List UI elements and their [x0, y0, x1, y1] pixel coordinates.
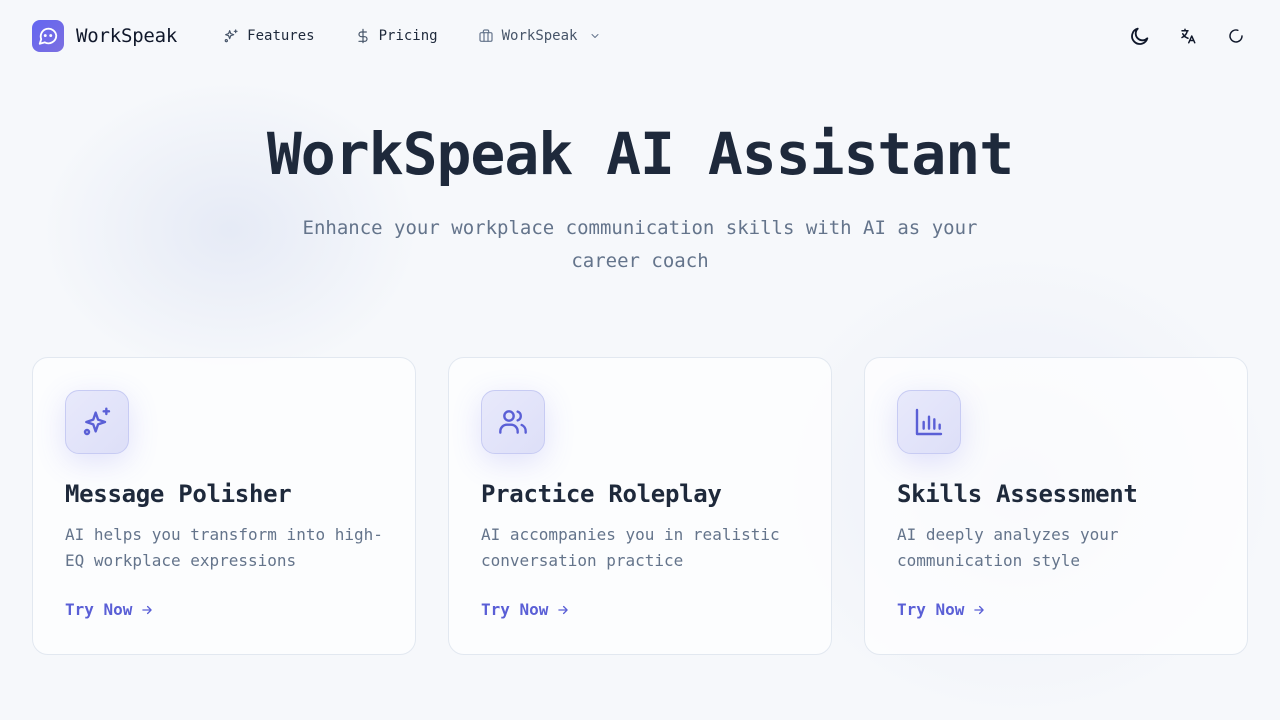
- card-description: AI deeply analyzes your communication st…: [897, 525, 1119, 570]
- card-icon-box: [897, 390, 961, 454]
- card-icon-box: [65, 390, 129, 454]
- card-description: AI accompanies you in realistic conversa…: [481, 525, 780, 570]
- chat-bubble-icon: [38, 27, 58, 45]
- hero-subtitle: Enhance your workplace communication ski…: [302, 217, 978, 272]
- loading-button[interactable]: [1224, 24, 1248, 48]
- language-button[interactable]: [1176, 24, 1200, 48]
- sparkles-icon: [224, 29, 238, 43]
- feature-card-practice-roleplay[interactable]: Practice Roleplay AI accompanies you in …: [448, 357, 832, 655]
- theme-toggle-button[interactable]: [1128, 24, 1152, 48]
- try-now-link[interactable]: Try Now: [897, 600, 986, 619]
- try-now-label: Try Now: [897, 600, 965, 619]
- feature-card-message-polisher[interactable]: Message Polisher AI helps you transform …: [32, 357, 416, 655]
- try-now-link[interactable]: Try Now: [65, 600, 154, 619]
- chevron-down-icon: [591, 34, 599, 38]
- card-icon-box: [481, 390, 545, 454]
- card-title: Practice Roleplay: [481, 480, 722, 508]
- feature-card-skills-assessment[interactable]: Skills Assessment AI deeply analyzes you…: [864, 357, 1248, 655]
- card-title: Message Polisher: [65, 480, 292, 508]
- loader-icon: [1229, 29, 1243, 43]
- logo[interactable]: [32, 20, 64, 52]
- card-description: AI helps you transform into high-EQ work…: [65, 525, 383, 570]
- try-now-label: Try Now: [481, 600, 549, 619]
- arrow-right-icon: [558, 605, 569, 614]
- hero-title: WorkSpeak AI Assistant: [266, 120, 1014, 188]
- feature-cards: Message Polisher AI helps you transform …: [32, 357, 1248, 655]
- translate-icon: [1181, 28, 1196, 44]
- nav-links: Features Pricing WorkSpeak: [223, 28, 641, 44]
- card-title: Skills Assessment: [897, 480, 1138, 508]
- sparkles-icon: [83, 407, 111, 436]
- nav-pricing[interactable]: Pricing: [355, 28, 438, 44]
- dollar-icon: [357, 28, 368, 44]
- brand-name[interactable]: WorkSpeak: [76, 25, 177, 47]
- nav-features-label: Features: [247, 28, 315, 44]
- nav-actions: [1128, 24, 1248, 48]
- try-now-link[interactable]: Try Now: [481, 600, 570, 619]
- briefcase-icon: [479, 29, 493, 42]
- arrow-right-icon: [142, 605, 153, 614]
- top-navbar: WorkSpeak Features Pricing WorkSpeak: [0, 0, 1280, 72]
- nav-features[interactable]: Features: [223, 28, 315, 44]
- nav-workspeak-label: WorkSpeak: [501, 28, 578, 44]
- bar-chart-icon: [915, 408, 943, 436]
- try-now-label: Try Now: [65, 600, 133, 619]
- nav-workspeak-dropdown[interactable]: WorkSpeak: [478, 28, 602, 44]
- nav-pricing-label: Pricing: [378, 28, 438, 44]
- moon-icon: [1131, 27, 1149, 45]
- users-icon: [499, 410, 527, 434]
- arrow-right-icon: [974, 605, 985, 614]
